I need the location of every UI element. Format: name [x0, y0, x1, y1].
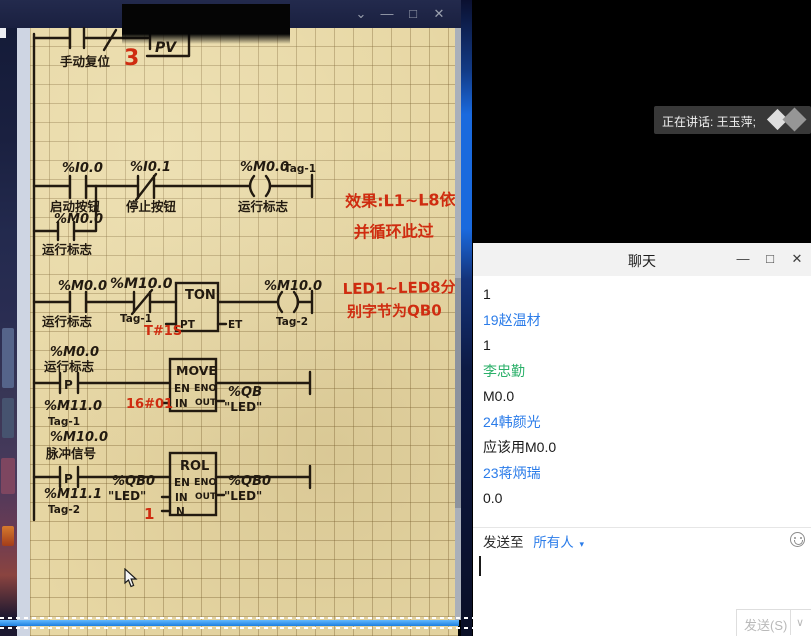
- notebook-page: [30, 28, 458, 636]
- chat-message: M0.0: [473, 384, 811, 410]
- chat-window: 聊天 — □ ✕ 1 19赵温材 1 李忠勤 M0.0 24韩颜光 应该用M0.…: [473, 243, 811, 636]
- send-to-row: 发送至 所有人 ▾: [483, 531, 584, 551]
- send-dropdown-button[interactable]: ∨: [796, 616, 804, 629]
- send-separator: [790, 610, 791, 635]
- chat-divider: [473, 527, 811, 528]
- screen-share-border: [0, 620, 459, 626]
- chat-message: 0.0: [473, 486, 811, 512]
- logo-diamond-icon: [782, 107, 806, 131]
- chat-message: 应该用M0.0: [473, 435, 811, 461]
- screen-share-border-dots: [0, 627, 480, 629]
- chat-sender-name[interactable]: 23蒋炳瑞: [473, 461, 811, 487]
- speaking-banner: 正在讲话: 王玉萍;: [654, 106, 811, 134]
- send-to-label: 发送至: [483, 535, 524, 550]
- chat-message: 1: [473, 282, 811, 308]
- window-edge-strip: [461, 0, 472, 636]
- send-button[interactable]: 发送(S): [744, 615, 787, 634]
- chat-close-button[interactable]: ✕: [788, 251, 806, 267]
- chat-maximize-button[interactable]: □: [761, 251, 779, 266]
- chat-sender-name[interactable]: 24韩颜光: [473, 410, 811, 436]
- chat-message-list[interactable]: 1 19赵温材 1 李忠勤 M0.0 24韩颜光 应该用M0.0 23蒋炳瑞 0…: [473, 276, 811, 533]
- text-cursor: [479, 556, 481, 576]
- screen: PV 3 手动复位 %I0.0 启动按钮 %M0.0 运行标志 %I0.1 停止…: [0, 0, 811, 636]
- chevron-down-icon: ▾: [580, 539, 585, 549]
- maximize-button[interactable]: □: [404, 6, 422, 22]
- chat-titlebar: 聊天 — □ ✕: [473, 243, 811, 276]
- black-redaction-overlay: [122, 4, 290, 44]
- chat-message: 1: [473, 333, 811, 359]
- send-button-group: 发送(S) ∨: [736, 609, 811, 636]
- shared-notebook-window: PV 3 手动复位 %I0.0 启动按钮 %M0.0 运行标志 %I0.1 停止…: [0, 0, 461, 636]
- chat-minimize-button[interactable]: —: [734, 251, 752, 266]
- chat-sender-name[interactable]: 19赵温材: [473, 308, 811, 334]
- speaking-banner-text: 正在讲话: 王玉萍;: [662, 113, 756, 130]
- chat-input[interactable]: [473, 553, 811, 609]
- emoji-icon[interactable]: [790, 532, 805, 547]
- mouse-cursor-icon: [124, 568, 138, 588]
- recipient-selector[interactable]: 所有人: [533, 535, 574, 550]
- close-button[interactable]: ✕: [430, 6, 448, 22]
- screen-share-border-dots: [0, 617, 480, 619]
- minimize-button[interactable]: —: [378, 6, 396, 22]
- chat-sender-name[interactable]: 李忠勤: [473, 359, 811, 385]
- chevron-down-icon[interactable]: ⌄: [352, 6, 370, 22]
